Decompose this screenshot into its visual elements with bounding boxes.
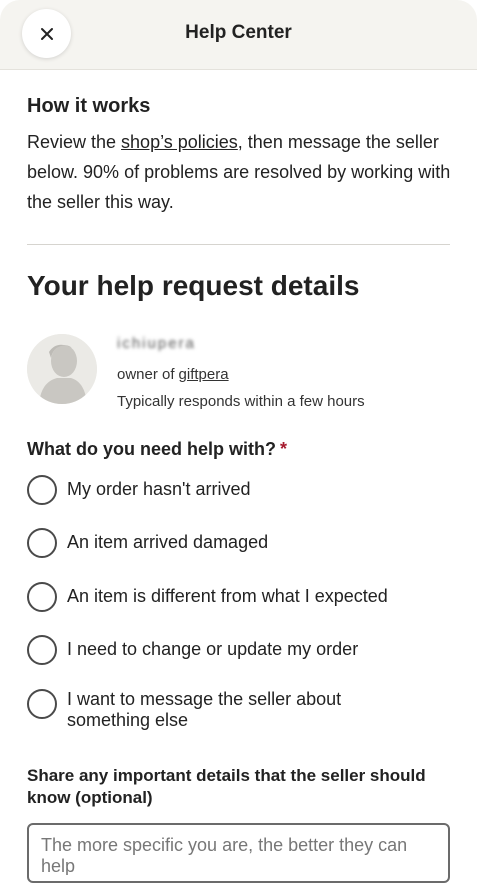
page-title: Help Center: [185, 22, 292, 43]
radio-button[interactable]: [27, 689, 57, 719]
owner-prefix: owner of: [117, 366, 175, 383]
seller-owner-line: owner of giftpera: [117, 366, 229, 383]
shop-link[interactable]: giftpera: [179, 366, 229, 383]
how-it-works-text-start: Review the: [27, 132, 122, 152]
radio-button[interactable]: [27, 475, 57, 505]
seller-avatar: [27, 334, 97, 404]
option-order-not-arrived[interactable]: My order hasn't arrived: [27, 475, 447, 508]
option-label: I need to change or update my order: [67, 639, 359, 659]
header-bar: Help Center: [0, 0, 477, 70]
section-divider: [27, 244, 450, 245]
option-label: An item arrived damaged: [67, 532, 269, 552]
details-label: Share any important details that the sel…: [27, 766, 426, 807]
required-mark: *: [280, 439, 288, 459]
radio-button[interactable]: [27, 635, 57, 665]
option-label: An item is different from what I expecte…: [67, 586, 388, 606]
help-request-heading: Your help request details: [27, 270, 360, 301]
help-topic-question: What do you need help with? *: [27, 439, 287, 460]
help-topic-label: What do you need help with?: [27, 439, 276, 459]
radio-button[interactable]: [27, 582, 57, 612]
seller-response-time: Typically responds within a few hours: [117, 393, 365, 410]
details-field: [27, 823, 450, 883]
option-change-order[interactable]: I need to change or update my order: [27, 635, 447, 668]
details-textarea[interactable]: [41, 835, 436, 875]
radio-button[interactable]: [27, 528, 57, 558]
how-it-works-text: Review the shop’s policies, then message…: [27, 127, 452, 217]
how-it-works-heading: How it works: [27, 95, 151, 117]
user-silhouette-icon: [27, 334, 97, 404]
option-message-seller[interactable]: I want to message the seller about somet…: [27, 688, 447, 734]
option-label: I want to message the seller about somet…: [67, 689, 342, 730]
option-item-different[interactable]: An item is different from what I expecte…: [27, 582, 447, 615]
seller-name: ichiupera: [117, 335, 196, 352]
option-label: My order hasn't arrived: [67, 479, 251, 499]
shop-policies-link[interactable]: shop’s policies: [121, 132, 238, 152]
option-item-damaged[interactable]: An item arrived damaged: [27, 528, 447, 561]
